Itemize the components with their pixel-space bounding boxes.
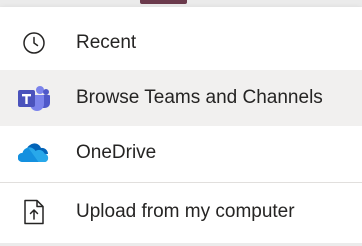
menu-item-label: Recent xyxy=(76,32,137,53)
menu-item-label: Upload from my computer xyxy=(76,201,295,222)
avatar xyxy=(140,0,187,4)
menu-item-upload-from-my-computer[interactable]: Upload from my computer xyxy=(0,184,362,240)
menu-item-label: OneDrive xyxy=(76,142,157,163)
menu-divider xyxy=(0,182,362,183)
menu-item-recent[interactable]: Recent xyxy=(0,15,362,71)
upload-file-icon xyxy=(18,196,50,228)
background-top-strip xyxy=(0,0,362,7)
menu-item-onedrive[interactable]: OneDrive xyxy=(0,125,362,181)
onedrive-icon xyxy=(18,137,50,169)
menu-item-browse-teams-and-channels[interactable]: Browse Teams and Channels xyxy=(0,70,362,126)
clock-icon xyxy=(18,27,50,59)
teams-icon xyxy=(18,82,50,114)
attach-file-menu: Recent Browse Teams and Channels OneDriv… xyxy=(0,7,362,243)
menu-item-label: Browse Teams and Channels xyxy=(76,87,323,108)
